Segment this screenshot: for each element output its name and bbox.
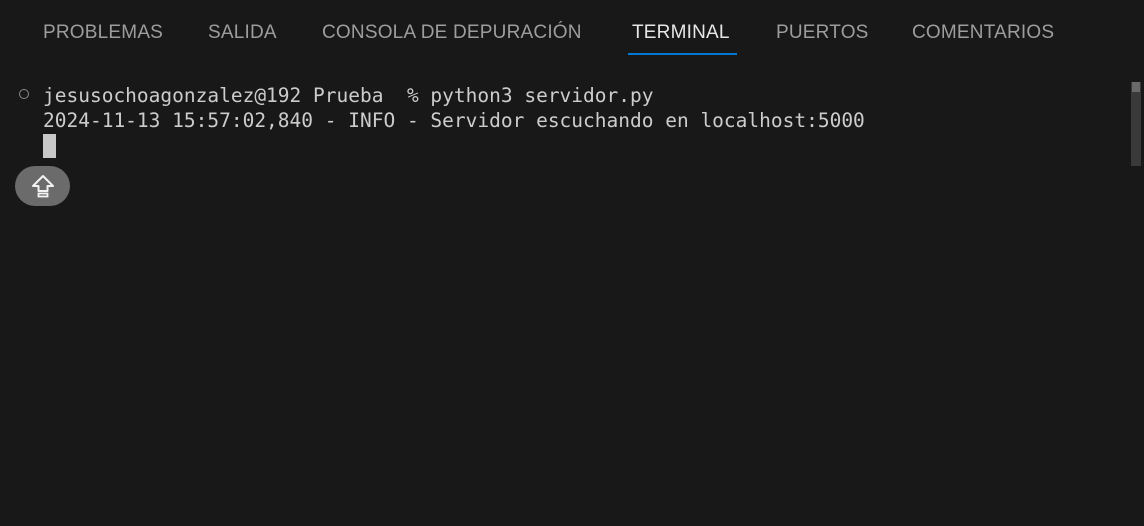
terminal-output[interactable]: jesusochoagonzalez@192 Prueba % python3 … (0, 78, 1125, 526)
tab-output[interactable]: SALIDA (208, 22, 277, 44)
terminal-log-line: 2024-11-13 15:57:02,840 - INFO - Servido… (43, 109, 865, 132)
tab-ports[interactable]: PUERTOS (776, 22, 869, 44)
terminal-cursor (43, 134, 56, 158)
scrollbar-position-marker (1132, 82, 1140, 92)
active-tab-indicator (628, 53, 737, 55)
scroll-to-bottom-button[interactable] (15, 166, 70, 206)
tab-comments[interactable]: COMENTARIOS (912, 22, 1054, 44)
tab-terminal[interactable]: TERMINAL (632, 22, 730, 44)
terminal-scrollbar[interactable] (1131, 82, 1142, 526)
circle-outline-icon[interactable] (19, 89, 29, 99)
scrollbar-thumb[interactable] (1131, 82, 1141, 166)
tab-debug-console[interactable]: CONSOLA DE DEPURACIÓN (322, 22, 582, 44)
shift-up-arrow-icon (31, 175, 54, 198)
tab-problems[interactable]: PROBLEMAS (43, 22, 163, 44)
terminal-command-line: jesusochoagonzalez@192 Prueba % python3 … (43, 84, 654, 107)
panel-tab-bar: PROBLEMAS SALIDA CONSOLA DE DEPURACIÓN T… (0, 0, 1144, 60)
terminal-panel: PROBLEMAS SALIDA CONSOLA DE DEPURACIÓN T… (0, 0, 1144, 526)
